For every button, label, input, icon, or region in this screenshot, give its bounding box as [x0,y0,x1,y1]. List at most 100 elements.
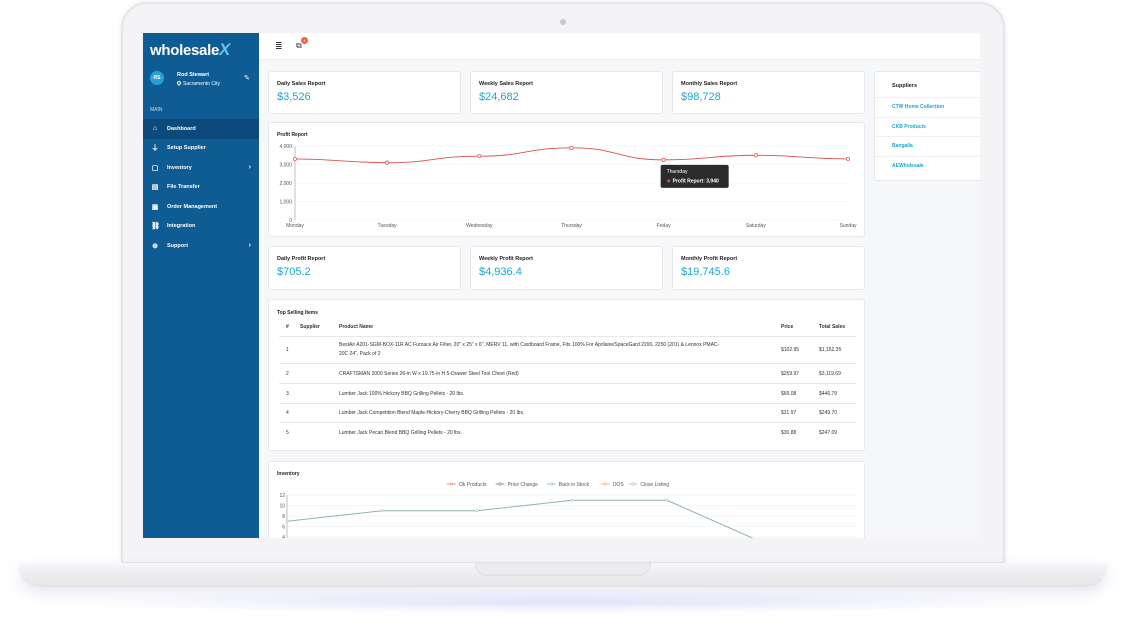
sidebar-item-setup-supplier[interactable]: ⏚ Setup Supplier [143,139,259,159]
legend-marker [498,482,502,486]
sidebar-item-label: Support [167,242,189,249]
x-tick-label: Wednesday [466,223,493,229]
x-tick-label: Monday [286,223,304,229]
card-title: Daily Sales Report [277,81,326,87]
table-title: Top Selling Items [277,310,319,316]
edit-pencil-icon[interactable]: ✎ [244,74,250,82]
x-tick-label: Friday [657,223,671,229]
card-title: Monthly Profit Report [681,256,738,262]
daily-profit-card: Daily Profit Report $705.2 [268,246,461,290]
y-tick-label: 3,000 [279,163,292,169]
sidebar-item-label: Order Management [167,203,218,210]
data-point [845,156,851,162]
sidebar-section-label: MAIN [150,107,163,113]
card-value: $19,745.6 [681,266,730,278]
sidebar-item-integration[interactable]: ⛓ Integration [143,217,259,237]
sidebar-item-order-management[interactable]: ▣ Order Management [143,197,259,217]
cell-total: $446.79 [819,391,838,397]
row-divider [279,383,856,384]
cell-index: 5 [286,430,289,436]
cell-total: $1,152.35 [819,347,842,353]
legend-marker [549,482,553,486]
y-tick-label: 6 [282,525,285,531]
card-title: Weekly Sales Report [479,81,534,87]
card-title: Monthly Sales Report [681,81,738,87]
hamburger-menu-icon[interactable]: ≣ [275,41,283,52]
y-tick-label: 10 [279,504,285,510]
sidebar-item-support[interactable]: ⊕ Support › [143,236,259,256]
card-title: Weekly Profit Report [479,256,533,262]
user-location-text: Sacramento City [183,81,220,87]
legend-label: Ok Products [459,482,487,488]
legend-label: Back in Stock [559,482,590,488]
data-point [475,509,479,513]
brand-name: wholesale [150,42,219,59]
cart-badge: 4 [301,37,308,44]
legend-marker [631,482,635,486]
sidebar-item-dashboard[interactable]: ⌂ Dashboard [143,119,259,139]
data-point [477,154,482,159]
data-point [570,498,574,502]
legend-marker [603,482,607,486]
camera-dot [560,19,566,25]
profit-chart: 01,0002,0003,0004,000Monday Tuesday Wednes… [279,144,856,229]
supplier-link[interactable]: CTW Home Collection [875,97,980,117]
x-tick-label: Saturday [746,223,767,229]
monthly-sales-card: Monthly Sales Report $98,728 [672,71,865,114]
data-point [661,157,666,162]
cell-total: $249.70 [819,410,838,416]
plug-icon: ⏚ [151,145,159,153]
file-icon: ▤ [151,184,159,192]
data-point [285,519,289,523]
card-title: Daily Profit Report [277,256,326,262]
supplier-link[interactable]: Bangalla [875,136,980,156]
globe-icon: ⊕ [152,242,158,250]
legend-label: OOS [613,482,625,488]
col-header-supplier: Supplier [300,324,321,330]
card-value: $3,526 [277,91,311,103]
profit-report-card: Profit Report 0 1,000 2,000 3,000 4,000 Monda… [268,122,865,237]
cell-product: Lumber Jack Competition Blend Maple-Hick… [339,410,525,416]
legend-label: Price Change [508,482,539,488]
user-location: Sacramento City [176,80,220,87]
brand-logo[interactable]: wholesaleX [143,33,259,63]
cell-index: 1 [286,347,289,353]
cell-product: Lumber Jack 100% Hickory BBQ Grilling Pe… [339,391,465,397]
data-point [665,498,669,502]
row-divider [279,422,856,423]
col-header-price: Price [781,324,794,330]
suppliers-panel: Suppliers CTW Home Collection CKB Produc… [874,71,980,181]
cell-price: $69.08 [781,391,797,397]
x-tick-label: Tuesday [378,223,397,229]
card-value: $4,936.4 [479,266,522,278]
app-screen: wholesaleX RS Rod Stewart Sacramento Cit… [143,33,980,538]
legend-marker [450,482,454,486]
cell-index: 3 [286,391,289,397]
location-pin-icon [176,80,182,86]
weekly-sales-card: Weekly Sales Report $24,682 [470,71,663,114]
y-tick-label: 12 [279,493,285,499]
chart-tooltip: Thursday Profit Report: 3,940 [660,164,729,188]
sidebar-item-label: Integration [167,223,196,230]
topbar: ≣ ⧉ 4 [259,33,980,60]
supplier-link[interactable]: AEWholesale [875,155,980,176]
top-selling-table-card: Top Selling Items # Supplier Product Nam… [268,299,865,451]
inventory-series-line [286,499,754,538]
avatar[interactable]: RS [150,71,164,85]
sidebar: wholesaleX RS Rod Stewart Sacramento Cit… [143,33,259,538]
suppliers-title: Suppliers [892,83,918,89]
x-tick-label: Thursday [561,223,582,229]
sidebar-item-label: Dashboard [167,125,196,132]
col-header-index: # [286,324,289,330]
sidebar-item-label: File Transfer [167,184,200,191]
sidebar-item-file-transfer[interactable]: ▤ File Transfer [143,178,259,198]
chevron-right-icon: › [248,164,251,172]
cell-index: 2 [286,371,289,377]
link-icon: ⛓ [151,223,160,231]
tooltip-label: Profit Report: 3,940 [673,178,719,184]
sidebar-item-inventory[interactable]: ▢ Inventory › [143,158,259,178]
supplier-link[interactable]: CKB Products [875,116,980,137]
row-divider [279,403,856,404]
legend-label: Close Listing [640,482,669,488]
cell-price: $259.97 [781,371,800,377]
